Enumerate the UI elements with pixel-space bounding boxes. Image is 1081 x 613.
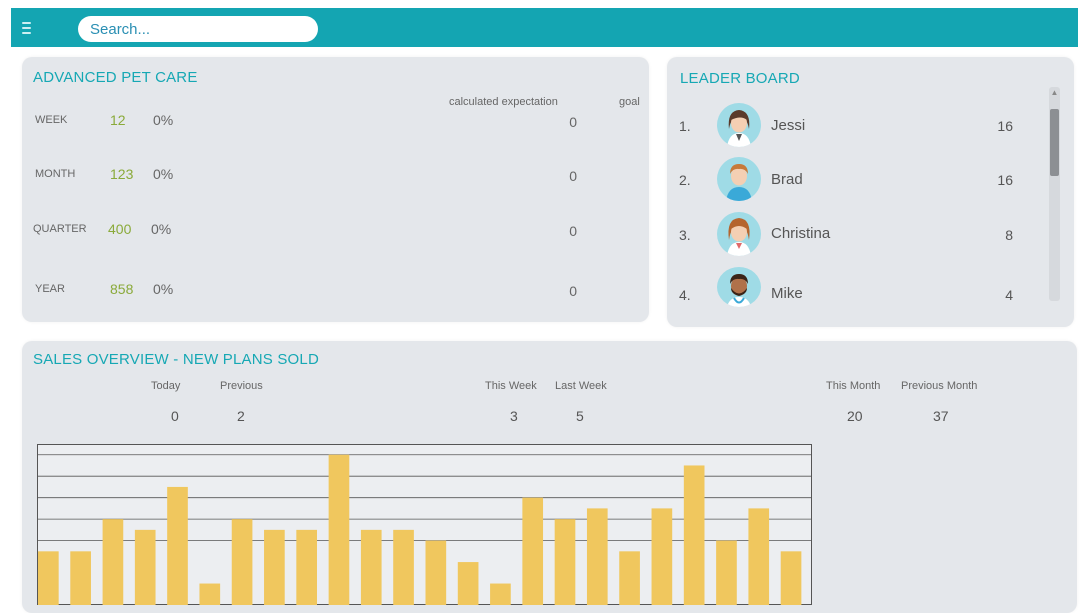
stat-value-this-month: 20 xyxy=(847,408,863,424)
chart-bar xyxy=(651,508,673,605)
rank: 1. xyxy=(679,118,691,134)
scroll-up-icon[interactable]: ▲ xyxy=(1049,89,1060,97)
stat-label-previous: Previous xyxy=(220,380,263,392)
chart-bar xyxy=(393,529,414,605)
chart-bar xyxy=(70,551,91,605)
calculated-expectation-value: 0 xyxy=(569,168,577,184)
top-bar xyxy=(11,8,1078,47)
chart-bar xyxy=(264,529,285,605)
calculated-expectation-value: 0 xyxy=(569,223,577,239)
male-doctor-icon xyxy=(726,274,752,307)
chart-bar xyxy=(360,529,382,605)
chart-bar xyxy=(457,562,479,605)
chart-bar xyxy=(780,551,802,605)
period-percent: 0% xyxy=(153,112,174,128)
period-count: 858 xyxy=(110,281,134,297)
sales-overview-title: SALES OVERVIEW - NEW PLANS SOLD xyxy=(33,351,319,368)
rank: 2. xyxy=(679,172,691,188)
period-percent: 0% xyxy=(153,281,174,297)
chart-bar xyxy=(490,583,511,605)
stat-label-previous-month: Previous Month xyxy=(901,380,978,392)
name: Mike xyxy=(771,285,803,302)
female-doctor-icon xyxy=(727,110,751,147)
stat-label-this-month: This Month xyxy=(826,380,881,392)
leader-board-panel: LEADER BOARD 1. Jessi 16 2. Brad 16 3. C… xyxy=(667,57,1074,327)
score: 4 xyxy=(1005,287,1013,303)
score: 16 xyxy=(997,118,1013,134)
chart-bar xyxy=(199,583,221,605)
chart-bar xyxy=(425,540,447,605)
chart-bar xyxy=(716,540,737,605)
chart-bar xyxy=(586,508,608,605)
stat-value-last-week: 5 xyxy=(576,408,584,424)
calculated-expectation-header: calculated expectation xyxy=(449,96,558,108)
name: Brad xyxy=(771,171,803,188)
chart-bar xyxy=(619,551,640,605)
hamburger-menu-icon[interactable] xyxy=(19,18,35,38)
female-doctor-icon xyxy=(727,218,751,256)
calculated-expectation-value: 0 xyxy=(569,283,577,299)
stat-label-today: Today xyxy=(151,380,181,392)
stat-value-this-week: 3 xyxy=(510,408,518,424)
avatar xyxy=(717,212,761,256)
chart-bar xyxy=(167,486,188,605)
chart-bar xyxy=(328,454,350,605)
score: 16 xyxy=(997,172,1013,188)
chart-bar xyxy=(231,519,253,605)
period-percent: 0% xyxy=(153,166,174,182)
chart-bar xyxy=(522,497,544,605)
name: Jessi xyxy=(771,117,806,134)
search-input[interactable] xyxy=(78,16,318,42)
stat-value-previous: 2 xyxy=(237,408,245,424)
avatar xyxy=(717,267,761,307)
avatar xyxy=(717,157,761,201)
calculated-expectation-value: 0 xyxy=(569,114,577,130)
pet-care-title: ADVANCED PET CARE xyxy=(33,69,198,86)
pet-care-panel: ADVANCED PET CARE calculated expectation… xyxy=(22,57,649,322)
chart-bar xyxy=(554,519,576,605)
period-label: QUARTER xyxy=(33,223,87,235)
period-count: 12 xyxy=(110,112,126,128)
goal-header: goal xyxy=(619,96,640,108)
chart-bar xyxy=(296,529,317,605)
leader-board-scrollbar[interactable]: ▲ xyxy=(1049,87,1060,301)
period-count: 400 xyxy=(108,221,132,237)
chart-bar xyxy=(748,508,770,605)
period-label: WEEK xyxy=(35,114,68,126)
score: 8 xyxy=(1005,227,1013,243)
sales-bar-chart xyxy=(37,444,812,605)
chart-bar xyxy=(38,551,59,605)
period-label: YEAR xyxy=(35,283,65,295)
avatar xyxy=(717,103,761,147)
rank: 3. xyxy=(679,227,691,243)
stat-label-this-week: This Week xyxy=(485,380,537,392)
stat-value-today: 0 xyxy=(171,408,179,424)
period-label: MONTH xyxy=(35,168,76,180)
stat-value-previous-month: 37 xyxy=(933,408,949,424)
stat-label-last-week: Last Week xyxy=(555,380,607,392)
chart-bar xyxy=(134,529,156,605)
rank: 4. xyxy=(679,287,691,303)
sales-overview-panel: SALES OVERVIEW - NEW PLANS SOLD Today 0 … xyxy=(22,341,1077,613)
period-percent: 0% xyxy=(151,221,172,237)
name: Christina xyxy=(771,225,831,242)
male-nurse-icon xyxy=(726,164,752,201)
period-count: 123 xyxy=(110,166,134,182)
leader-board-title: LEADER BOARD xyxy=(680,70,800,87)
chart-bar xyxy=(683,465,705,605)
scrollbar-thumb[interactable] xyxy=(1050,109,1059,176)
chart-bar xyxy=(102,519,124,605)
